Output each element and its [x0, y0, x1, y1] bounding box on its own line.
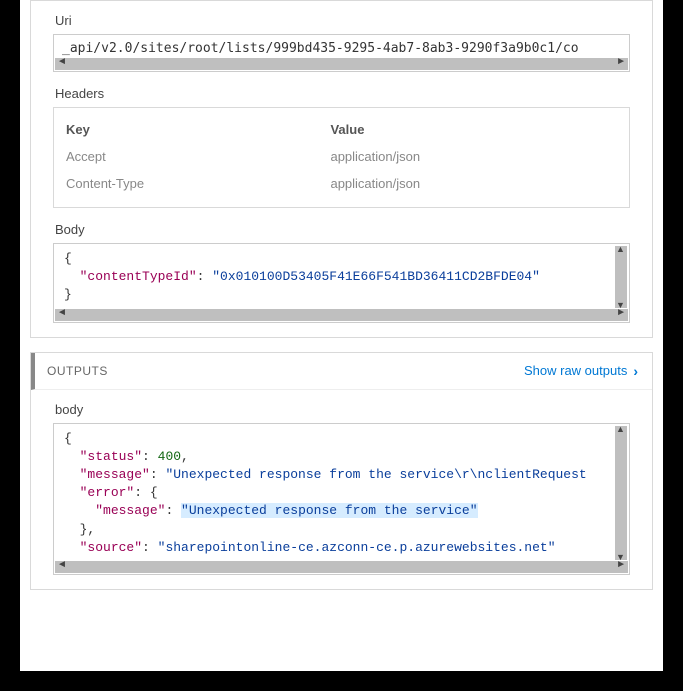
body-horizontal-scrollbar[interactable]: [55, 309, 628, 321]
header-row: Content-Type application/json: [66, 170, 617, 197]
uri-field[interactable]: _api/v2.0/sites/root/lists/999bd435-9295…: [53, 34, 630, 72]
chevron-right-icon: ›: [633, 363, 638, 379]
header-key: Content-Type: [66, 176, 330, 191]
show-raw-label: Show raw outputs: [524, 363, 627, 378]
outputs-title: OUTPUTS: [47, 364, 108, 378]
inputs-card: Uri _api/v2.0/sites/root/lists/999bd435-…: [30, 0, 653, 338]
headers-heading-row: Key Value: [66, 116, 617, 143]
response-body-box[interactable]: { "status": 400, "message": "Unexpected …: [53, 423, 630, 575]
show-raw-outputs-link[interactable]: Show raw outputs ›: [524, 363, 638, 379]
outputs-header: OUTPUTS Show raw outputs ›: [31, 353, 652, 390]
uri-horizontal-scrollbar[interactable]: [55, 58, 628, 70]
request-body-code: { "contentTypeId": "0x010100D53405F41E66…: [54, 244, 629, 309]
output-body-label: body: [55, 402, 652, 417]
body-label: Body: [55, 222, 652, 237]
response-body-code: { "status": 400, "message": "Unexpected …: [54, 424, 629, 561]
headers-table: Key Value Accept application/json Conten…: [53, 107, 630, 208]
headers-value-heading: Value: [330, 122, 617, 137]
header-row: Accept application/json: [66, 143, 617, 170]
header-value: application/json: [330, 149, 617, 164]
response-horizontal-scrollbar[interactable]: [55, 561, 628, 573]
outputs-card: OUTPUTS Show raw outputs › body { "statu…: [30, 352, 653, 590]
headers-label: Headers: [55, 86, 652, 101]
response-vertical-scrollbar[interactable]: [615, 426, 627, 560]
uri-value: _api/v2.0/sites/root/lists/999bd435-9295…: [54, 35, 629, 58]
header-value: application/json: [330, 176, 617, 191]
header-key: Accept: [66, 149, 330, 164]
run-details-panel: Uri _api/v2.0/sites/root/lists/999bd435-…: [20, 0, 663, 671]
request-body-box[interactable]: { "contentTypeId": "0x010100D53405F41E66…: [53, 243, 630, 323]
body-vertical-scrollbar[interactable]: [615, 246, 627, 308]
uri-label: Uri: [55, 13, 652, 28]
headers-key-heading: Key: [66, 122, 330, 137]
